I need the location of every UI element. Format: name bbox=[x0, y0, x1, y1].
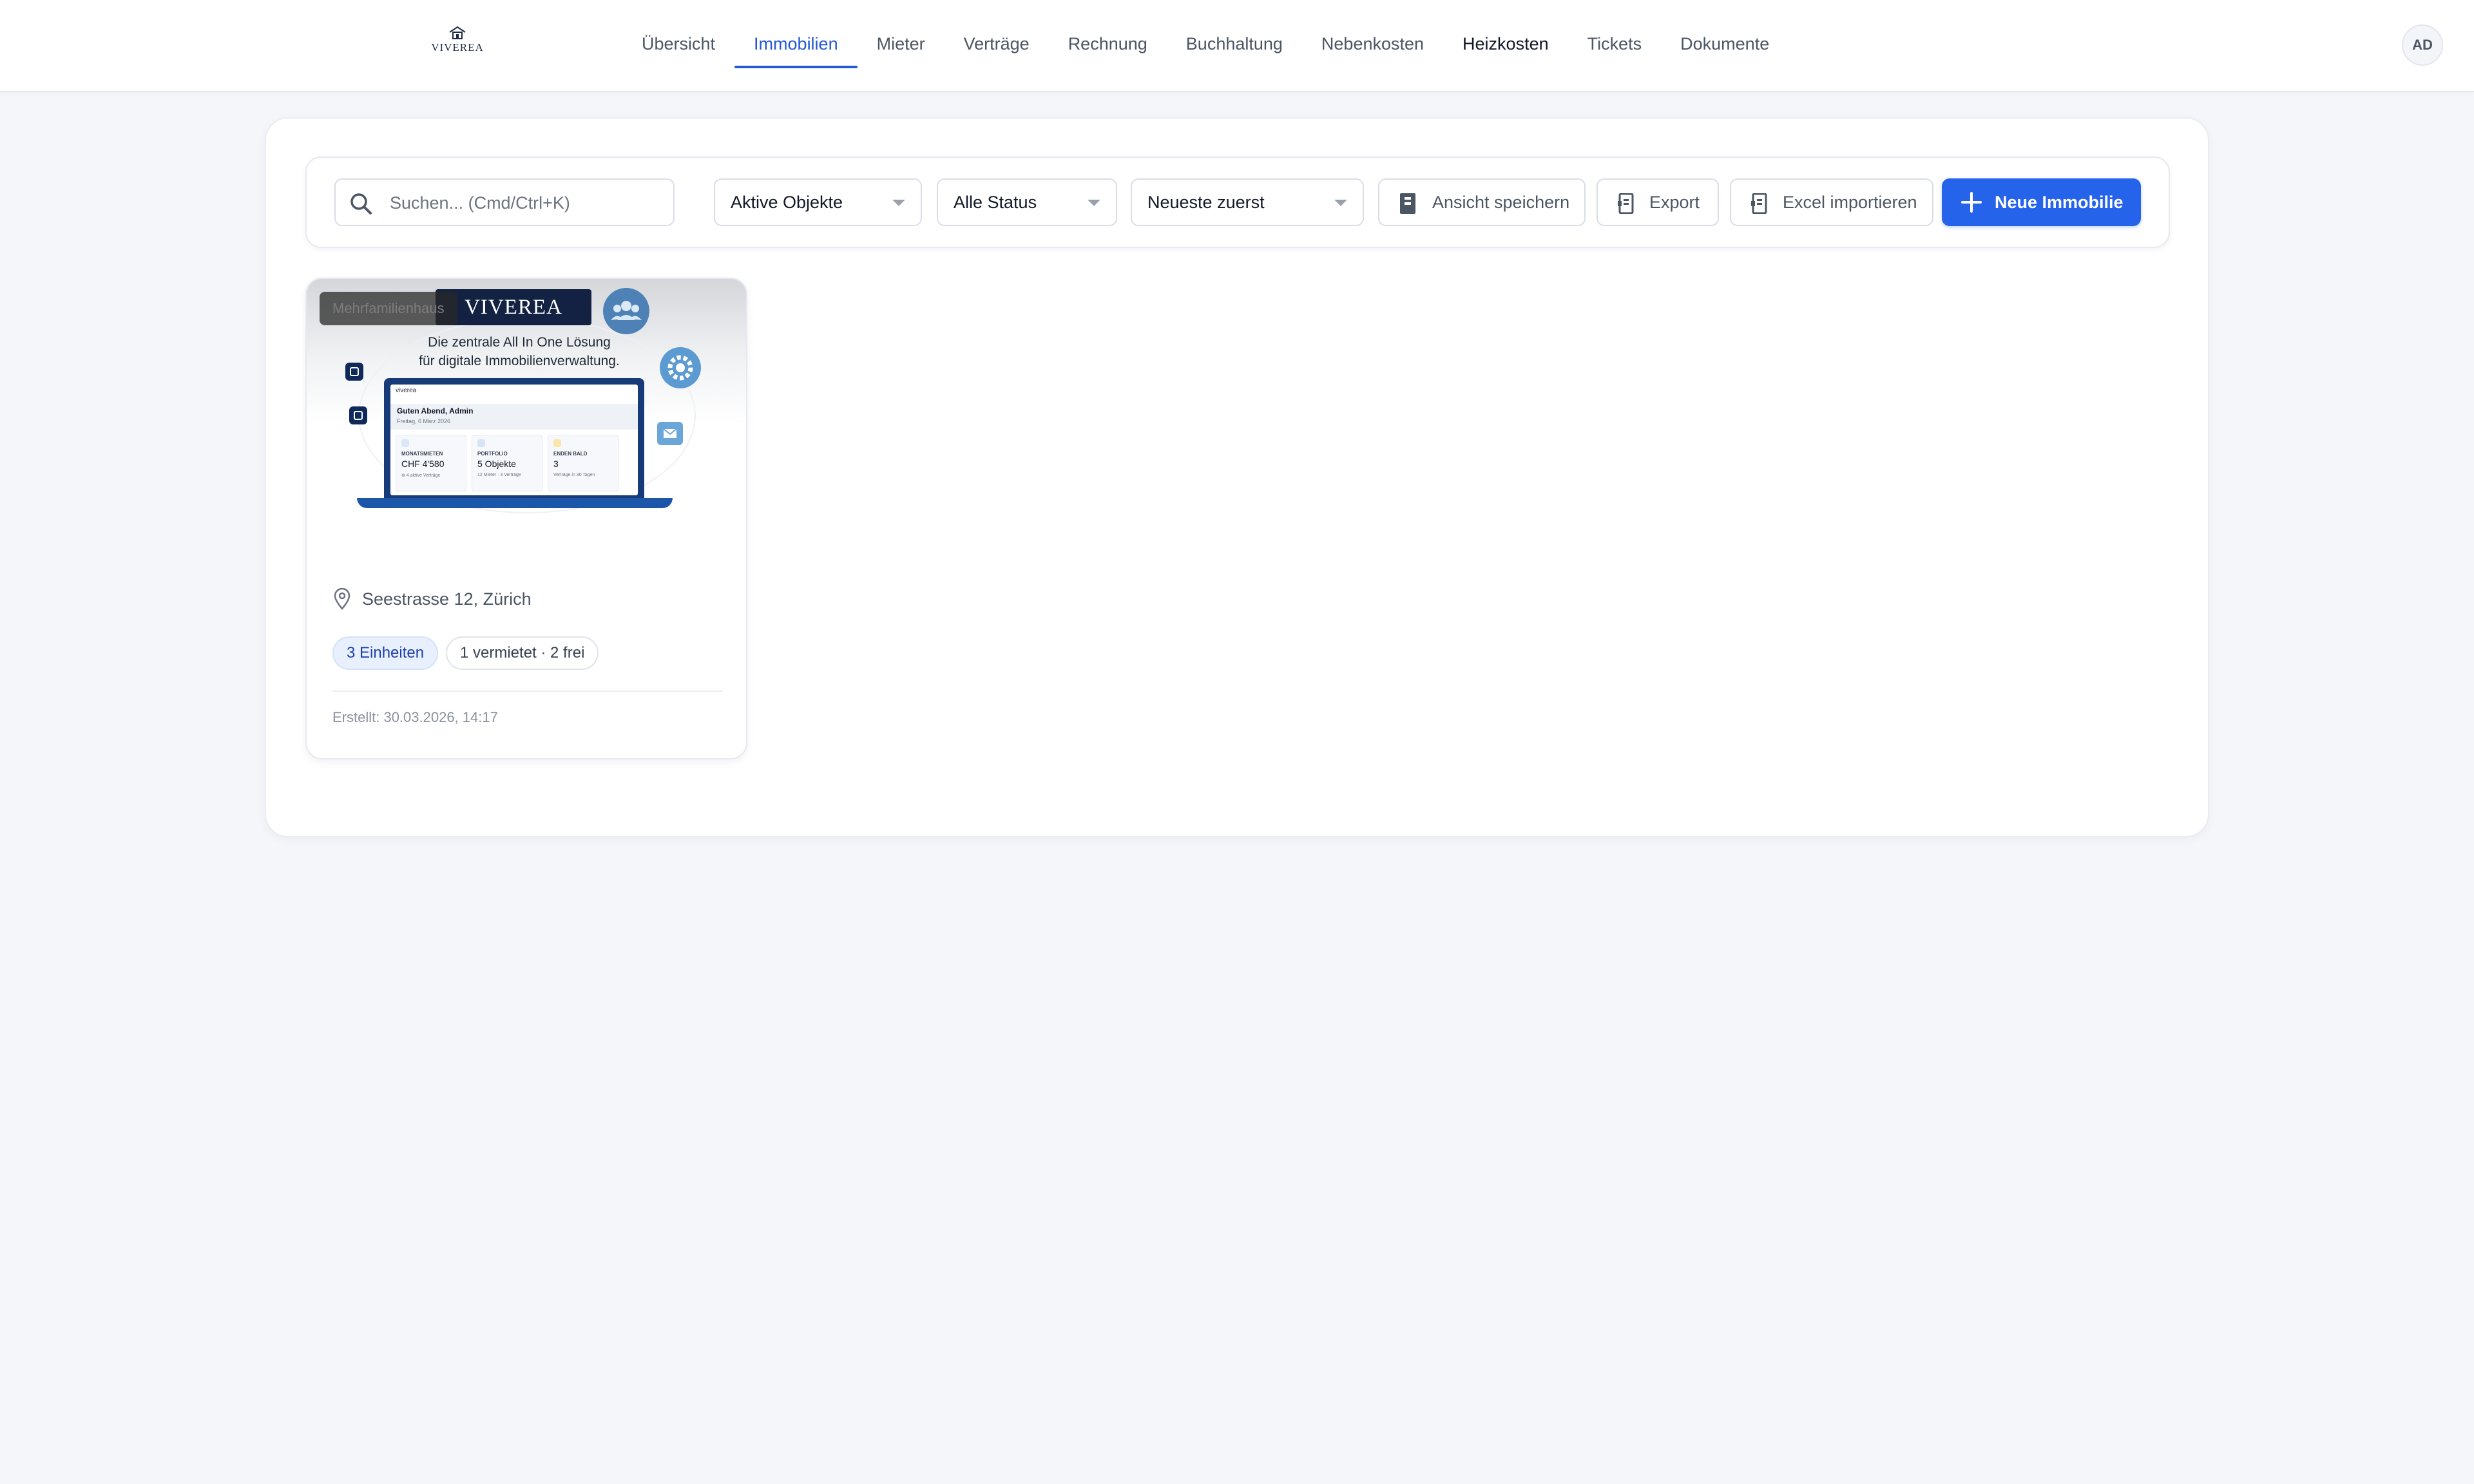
mini-greeting-banner: Guten Abend, Admin Freitag, 6 März 2026 bbox=[390, 404, 638, 430]
kpi-sub: Verträge in 30 Tagen bbox=[553, 473, 595, 477]
mini-kpi-card: PORTFOLIO 5 Objekte 12 Mieter · 3 Verträ… bbox=[472, 435, 542, 491]
kpi-sub: ⊕ 4 aktive Verträge bbox=[401, 473, 441, 478]
mini-kpi-card: ENDEN BALD 3 Verträge in 30 Tagen bbox=[548, 435, 618, 491]
objects-filter-value: Aktive Objekte bbox=[731, 193, 843, 212]
save-view-button[interactable]: Ansicht speichern bbox=[1378, 178, 1586, 226]
kpi-icon bbox=[477, 439, 485, 447]
objects-filter-select[interactable]: Aktive Objekte bbox=[714, 178, 922, 226]
chevron-down-icon bbox=[1334, 200, 1347, 206]
promo-tagline: Die zentrale All In One Lösung für digit… bbox=[365, 333, 674, 370]
excel-import-label: Excel importieren bbox=[1783, 193, 1917, 212]
search-icon bbox=[350, 193, 372, 214]
card-divider bbox=[332, 690, 723, 692]
promo-logo: VIVEREA bbox=[436, 289, 591, 325]
new-property-label: Neue Immobilie bbox=[1995, 193, 2124, 212]
status-filter-value: Alle Status bbox=[954, 193, 1037, 212]
created-timestamp: Erstellt: 30.03.2026, 14:17 bbox=[332, 709, 498, 725]
kpi-icon bbox=[553, 439, 561, 447]
brand-logo[interactable]: VIVEREA bbox=[430, 26, 484, 58]
chevron-down-icon bbox=[892, 200, 905, 206]
units-badge: 3 Einheiten bbox=[332, 636, 439, 670]
import-icon bbox=[1751, 193, 1767, 214]
app-square-icon bbox=[345, 363, 363, 381]
map-pin-icon bbox=[334, 588, 350, 610]
promo-logo-text: VIVEREA bbox=[465, 296, 562, 319]
property-type-badge: Mehrfamilienhaus bbox=[320, 292, 457, 325]
nav-item-heizkosten[interactable]: Heizkosten bbox=[1443, 24, 1568, 64]
main-nav: Übersicht Immobilien Mieter Verträge Rec… bbox=[622, 24, 1788, 68]
kpi-value: CHF 4'580 bbox=[401, 459, 445, 469]
app-square-icon bbox=[349, 406, 367, 424]
nav-item-uebersicht[interactable]: Übersicht bbox=[622, 24, 734, 64]
user-avatar[interactable]: AD bbox=[2402, 24, 2443, 66]
nav-item-vertraege[interactable]: Verträge bbox=[945, 24, 1049, 64]
laptop-illustration: viverea Guten Abend, Admin Freitag, 6 Mä… bbox=[384, 378, 644, 498]
status-filter-select[interactable]: Alle Status bbox=[937, 178, 1117, 226]
mail-icon bbox=[657, 422, 683, 445]
plus-icon bbox=[1961, 192, 1982, 213]
laptop-base bbox=[357, 498, 673, 508]
laptop-screen-content: viverea Guten Abend, Admin Freitag, 6 Mä… bbox=[390, 385, 638, 495]
export-button[interactable]: Export bbox=[1597, 178, 1719, 226]
mini-kpi-card: MONATSMIETEN CHF 4'580 ⊕ 4 aktive Verträ… bbox=[396, 435, 466, 491]
mini-app-name: viverea bbox=[396, 387, 417, 394]
sort-value: Neueste zuerst bbox=[1147, 193, 1265, 212]
users-icon bbox=[603, 288, 649, 334]
occupancy-badge: 1 vermietet · 2 frei bbox=[446, 636, 599, 670]
property-address-text: Seestrasse 12, Zürich bbox=[362, 589, 532, 609]
nav-item-buchhaltung[interactable]: Buchhaltung bbox=[1167, 24, 1302, 64]
nav-item-nebenkosten[interactable]: Nebenkosten bbox=[1302, 24, 1443, 64]
kpi-icon bbox=[401, 439, 409, 447]
kpi-label: PORTFOLIO bbox=[477, 451, 508, 457]
promo-tagline-line-1: Die zentrale All In One Lösung bbox=[428, 335, 611, 350]
mini-greeting: Guten Abend, Admin bbox=[397, 406, 474, 415]
kpi-label: ENDEN BALD bbox=[553, 451, 588, 457]
nav-item-rechnung[interactable]: Rechnung bbox=[1049, 24, 1167, 64]
nav-item-mieter[interactable]: Mieter bbox=[858, 24, 945, 64]
sort-select[interactable]: Neueste zuerst bbox=[1131, 178, 1364, 226]
house-logo-icon bbox=[449, 26, 466, 39]
nav-item-tickets[interactable]: Tickets bbox=[1568, 24, 1662, 64]
property-image: VIVEREA Die zentrale All In One Lösung f… bbox=[307, 279, 746, 544]
nav-item-immobilien[interactable]: Immobilien bbox=[734, 24, 858, 68]
nav-item-dokumente[interactable]: Dokumente bbox=[1661, 24, 1788, 64]
kpi-value: 3 bbox=[553, 459, 559, 469]
new-property-button[interactable]: Neue Immobilie bbox=[1942, 178, 2141, 226]
promo-tagline-line-2: für digitale Immobilienverwaltung. bbox=[419, 354, 620, 368]
property-card[interactable]: VIVEREA Die zentrale All In One Lösung f… bbox=[305, 278, 747, 759]
search-field[interactable] bbox=[334, 178, 675, 226]
export-label: Export bbox=[1649, 193, 1700, 212]
kpi-label: MONATSMIETEN bbox=[401, 451, 443, 457]
excel-import-button[interactable]: Excel importieren bbox=[1730, 178, 1933, 226]
brand-logo-text: VIVEREA bbox=[431, 41, 484, 53]
export-icon bbox=[1618, 193, 1634, 214]
kpi-sub: 12 Mieter · 3 Verträge bbox=[477, 473, 521, 477]
save-view-label: Ansicht speichern bbox=[1432, 193, 1570, 212]
kpi-value: 5 Objekte bbox=[477, 459, 516, 469]
search-input[interactable] bbox=[388, 187, 662, 218]
bookmark-icon bbox=[1400, 193, 1415, 214]
chevron-down-icon bbox=[1088, 200, 1100, 206]
mini-date: Freitag, 6 März 2026 bbox=[397, 418, 451, 424]
top-bar: VIVEREA Übersicht Immobilien Mieter Vert… bbox=[0, 0, 2474, 92]
